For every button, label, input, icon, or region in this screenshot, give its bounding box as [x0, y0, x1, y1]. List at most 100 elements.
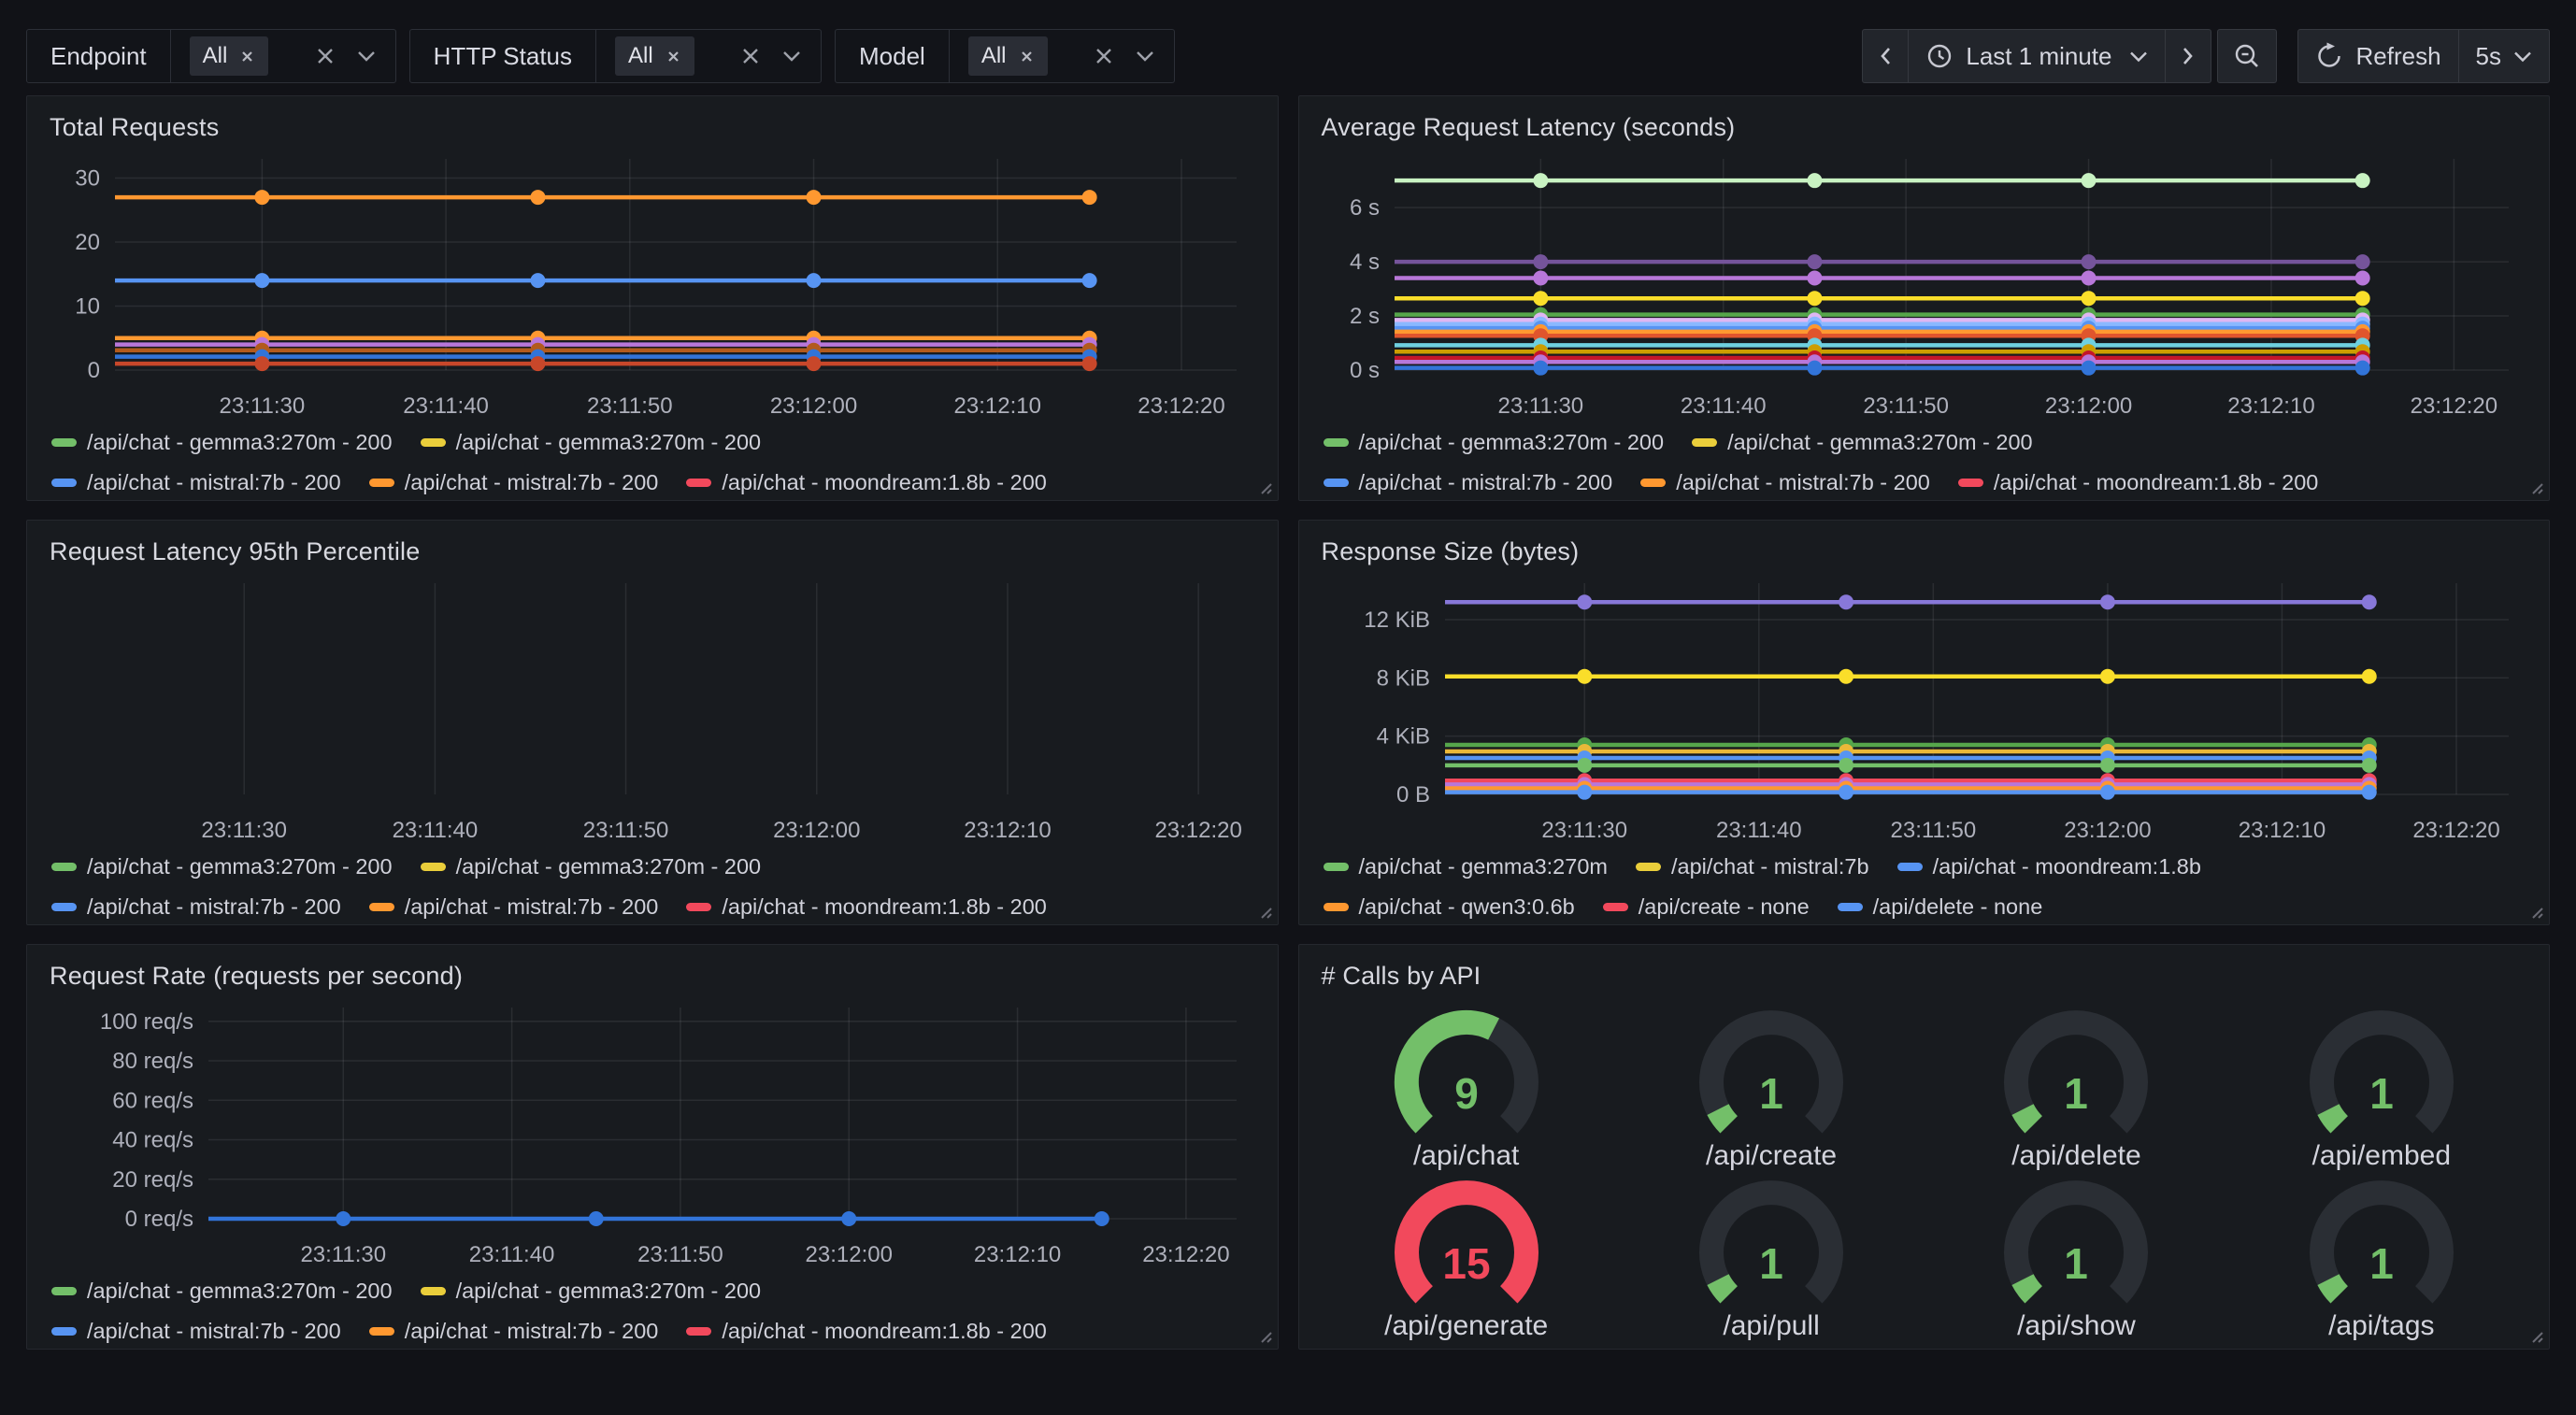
legend-item[interactable]: /api/chat - mistral:7b	[1636, 854, 1869, 879]
panel-title[interactable]: Response Size (bytes)	[1322, 537, 2535, 566]
legend-item[interactable]: /api/chat - gemma3:270m - 200	[51, 430, 393, 455]
legend-item[interactable]: /api/chat - mistral:7b - 200	[51, 894, 341, 920]
timeseries-chart[interactable]: 23:11:3023:11:4023:11:5023:12:0023:12:10…	[42, 148, 1263, 495]
panel-resize-handle[interactable]	[2527, 1327, 2544, 1344]
legend-item[interactable]: /api/chat - mistral:7b - 200	[1640, 470, 1930, 495]
panel-title[interactable]: Request Rate (requests per second)	[50, 962, 1263, 991]
filter-selected-chip[interactable]: All	[190, 36, 269, 76]
legend-item[interactable]: /api/chat - gemma3:270m - 200	[51, 1279, 393, 1304]
panel-title[interactable]: Request Latency 95th Percentile	[50, 537, 1263, 566]
chart-svg[interactable]: 23:11:3023:11:4023:11:5023:12:0023:12:10…	[1314, 572, 2535, 852]
refresh-interval-dropdown[interactable]: 5s	[2458, 29, 2550, 83]
legend-item[interactable]: /api/create - none	[1603, 894, 1810, 920]
filter-value-area[interactable]: All	[950, 30, 1174, 82]
panel-title[interactable]: Total Requests	[50, 113, 1263, 142]
chevron-down-icon[interactable]	[356, 50, 377, 63]
series-point	[530, 273, 545, 288]
chart-svg[interactable]: 23:11:3023:11:4023:11:5023:12:0023:12:10…	[42, 996, 1263, 1277]
panel-title[interactable]: Average Request Latency (seconds)	[1322, 113, 2535, 142]
legend-item[interactable]: /api/chat - mistral:7b - 200	[51, 1319, 341, 1344]
chart-svg[interactable]: 23:11:3023:11:4023:11:5023:12:0023:12:10…	[42, 148, 1263, 428]
filter-selected-chip[interactable]: All	[968, 36, 1048, 76]
filter-clear-icon[interactable]	[315, 46, 336, 66]
legend-item[interactable]: /api/chat - moondream:1.8b - 200	[1958, 470, 2318, 495]
series-point	[1807, 270, 1822, 285]
panel-resize-handle[interactable]	[2527, 479, 2544, 495]
legend-item[interactable]: /api/chat - mistral:7b - 200	[369, 894, 659, 920]
legend-label: /api/chat - mistral:7b - 200	[87, 894, 341, 920]
refresh-sync-icon	[2315, 42, 2343, 70]
chevron-down-icon[interactable]	[781, 50, 802, 63]
legend-item[interactable]: /api/chat - gemma3:270m - 200	[421, 430, 762, 455]
legend-item[interactable]: /api/chat - gemma3:270m - 200	[1692, 430, 2033, 455]
legend-color-chip	[1958, 479, 1983, 487]
legend-item[interactable]: /api/chat - gemma3:270m - 200	[1324, 430, 1665, 455]
gauge-fill-arc	[1718, 1279, 1729, 1294]
legend-item[interactable]: /api/chat - gemma3:270m - 200	[421, 1279, 762, 1304]
gauge-value: 1	[1759, 1239, 1783, 1288]
x-tick-label: 23:11:30	[220, 393, 306, 419]
x-tick-label: 23:12:00	[806, 1242, 893, 1267]
chevron-down-icon[interactable]	[1135, 50, 1155, 63]
x-tick-label: 23:11:30	[201, 818, 287, 843]
legend-color-chip	[1324, 438, 1349, 447]
filter-selected-chip[interactable]: All	[615, 36, 694, 76]
legend-color-chip	[51, 863, 77, 871]
chart-svg[interactable]: 23:11:3023:11:4023:11:5023:12:0023:12:10…	[42, 572, 1263, 852]
panel-resize-handle[interactable]	[2527, 903, 2544, 920]
timeseries-chart[interactable]: 23:11:3023:11:4023:11:5023:12:0023:12:10…	[42, 996, 1263, 1344]
filter-clear-icon[interactable]	[1094, 46, 1114, 66]
timeseries-chart[interactable]: 23:11:3023:11:4023:11:5023:12:0023:12:10…	[1314, 572, 2535, 920]
y-tick-label: 0 s	[1349, 358, 1379, 383]
gauge: 1/api/delete	[1924, 1002, 2228, 1172]
gauge-svg: 1	[1664, 1002, 1879, 1140]
refresh-button[interactable]: Refresh	[2297, 29, 2458, 83]
zoom-out-button[interactable]	[2217, 29, 2277, 83]
series-point	[2099, 758, 2114, 773]
time-shift-forward-button[interactable]	[2165, 29, 2211, 83]
x-tick-label: 23:11:30	[1541, 818, 1627, 843]
x-tick-label: 23:11:40	[393, 818, 479, 843]
time-range-picker[interactable]: Last 1 minute	[1908, 29, 2166, 83]
chip-remove-icon[interactable]	[665, 49, 681, 64]
panel-resize-handle[interactable]	[1256, 479, 1273, 495]
legend-item[interactable]: /api/chat - moondream:1.8b - 200	[686, 894, 1046, 920]
legend-item[interactable]: /api/chat - mistral:7b - 200	[369, 1319, 659, 1344]
panel-request-latency-95th: Request Latency 95th Percentile 23:11:30…	[26, 520, 1279, 925]
legend-item[interactable]: /api/chat - mistral:7b - 200	[1324, 470, 1613, 495]
panel-total-requests: Total Requests 23:11:3023:11:4023:11:502…	[26, 95, 1279, 501]
legend-item[interactable]: /api/chat - qwen3:0.6b	[1324, 894, 1575, 920]
legend-item[interactable]: /api/chat - moondream:1.8b	[1897, 854, 2201, 879]
chip-remove-icon[interactable]	[1019, 49, 1035, 64]
filter-value-area[interactable]: All	[596, 30, 821, 82]
panel-title[interactable]: # Calls by API	[1322, 962, 2535, 991]
filter-value-area[interactable]: All	[171, 30, 395, 82]
legend-item[interactable]: /api/chat - gemma3:270m - 200	[51, 854, 393, 879]
gauge-fill-arc	[2023, 1109, 2034, 1124]
legend-item[interactable]: /api/chat - mistral:7b - 200	[369, 470, 659, 495]
filter-endpoint[interactable]: Endpoint All	[26, 29, 396, 83]
chart-svg[interactable]: 23:11:3023:11:4023:11:5023:12:0023:12:10…	[1314, 148, 2535, 428]
timeseries-chart[interactable]: 23:11:3023:11:4023:11:5023:12:0023:12:10…	[42, 572, 1263, 920]
filter-model[interactable]: Model All	[835, 29, 1175, 83]
y-tick-label: 60 req/s	[112, 1088, 193, 1113]
legend-item[interactable]: /api/delete - none	[1838, 894, 2043, 920]
panel-resize-handle[interactable]	[1256, 1327, 1273, 1344]
chip-remove-icon[interactable]	[239, 49, 255, 64]
filter-http-status[interactable]: HTTP Status All	[409, 29, 822, 83]
legend-label: /api/chat - mistral:7b - 200	[1676, 470, 1930, 495]
refresh-label: Refresh	[2355, 42, 2440, 71]
filter-clear-icon[interactable]	[740, 46, 761, 66]
gauge-value: 1	[2065, 1069, 2089, 1118]
legend-item[interactable]: /api/chat - gemma3:270m - 200	[421, 854, 762, 879]
panel-resize-handle[interactable]	[1256, 903, 1273, 920]
timeseries-chart[interactable]: 23:11:3023:11:4023:11:5023:12:0023:12:10…	[1314, 148, 2535, 495]
legend-item[interactable]: /api/chat - moondream:1.8b - 200	[686, 1319, 1046, 1344]
legend-item[interactable]: /api/chat - mistral:7b - 200	[51, 470, 341, 495]
time-shift-back-button[interactable]	[1862, 29, 1909, 83]
chart-legend: /api/chat - gemma3:270m - 200/api/chat -…	[51, 430, 1263, 495]
legend-item[interactable]: /api/chat - gemma3:270m	[1324, 854, 1608, 879]
legend-item[interactable]: /api/chat - moondream:1.8b - 200	[686, 470, 1046, 495]
series-point	[1807, 254, 1822, 269]
gauge-grid: 9/api/chat1/api/create1/api/delete1/api/…	[1314, 1002, 2535, 1342]
